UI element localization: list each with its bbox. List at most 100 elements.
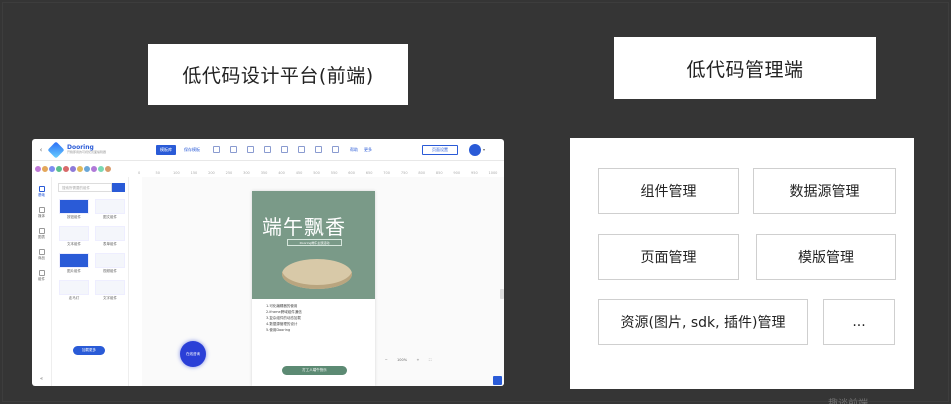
- ruler-tick-label: 400: [278, 171, 285, 175]
- link-icon[interactable]: [332, 146, 339, 153]
- sidebar-item-label: 图表: [38, 235, 45, 239]
- component-label: 图片组件: [67, 269, 81, 273]
- ruler-tick-label: 250: [226, 171, 233, 175]
- frontend-platform-title: 低代码设计平台(前端): [148, 44, 408, 105]
- sidebar-item-label: 商品: [38, 256, 45, 260]
- collapse-icon[interactable]: «: [40, 376, 43, 382]
- page-management-box: 页面管理: [598, 234, 739, 280]
- sidebar-item-goods[interactable]: 商品: [38, 249, 45, 261]
- ruler-tick-label: 450: [296, 171, 303, 175]
- template-library-button[interactable]: 模板库: [156, 144, 176, 155]
- ruler-tick-label: 300: [243, 171, 250, 175]
- goods-icon: [38, 249, 45, 255]
- sidebar-item-media[interactable]: 媒体: [38, 207, 45, 219]
- ruler-tick-label: 1000: [489, 171, 498, 175]
- fullscreen-icon[interactable]: ⛶: [429, 358, 431, 362]
- load-more-button[interactable]: 加载更多: [73, 346, 105, 355]
- ruler-tick-label: 950: [471, 171, 478, 175]
- list-item: 5.使用Dooring: [266, 328, 291, 332]
- logo-subtitle: 开箱即用的可视化页面编辑器: [67, 149, 107, 154]
- ruler-tick-label: 600: [348, 171, 355, 175]
- management-title: 低代码管理端: [614, 37, 876, 99]
- search-button[interactable]: [112, 183, 125, 192]
- sidebar-item-label: 媒体: [38, 214, 45, 218]
- sidebar-item-widgets[interactable]: 组件: [38, 270, 45, 282]
- component-management-box: 组件管理: [598, 168, 739, 214]
- component-card[interactable]: 文本组件: [58, 226, 90, 247]
- hero-subtitle: Dooring端午主题活动: [287, 239, 342, 246]
- vertical-ruler: [132, 177, 142, 386]
- preview-icon[interactable]: [281, 146, 288, 153]
- component-thumbnail: [95, 199, 125, 214]
- ruler-tick-label: 200: [208, 171, 215, 175]
- component-panel: 搜索所需要的组件 按钮组件 图文组件 文本组件 表单组件 图片组件 视频组件 走…: [53, 177, 129, 386]
- component-label: 表单组件: [103, 242, 117, 246]
- avatar[interactable]: [469, 144, 481, 156]
- ruler-tick-label: 650: [366, 171, 373, 175]
- feature-list: 1.可化编辑器的使用 2.iframe跨域组件通信 3.复杂组件的动态加载 4.…: [266, 303, 366, 333]
- more-menu[interactable]: 更多: [364, 147, 372, 153]
- search-input[interactable]: 搜索所需要的组件: [58, 183, 112, 192]
- component-label: 按钮组件: [67, 215, 81, 219]
- hero-banner: 端午飘香 Dooring端午主题活动: [252, 191, 375, 299]
- zoom-level: 100%: [397, 357, 408, 362]
- sidebar-item-chart[interactable]: 图表: [38, 228, 45, 240]
- component-card[interactable]: 视频组件: [94, 253, 126, 274]
- ruler-tick-label: 100: [173, 171, 180, 175]
- component-grid: 按钮组件 图文组件 文本组件 表单组件 图片组件 视频组件 走马灯 文字组件: [58, 199, 126, 307]
- chart-icon: [38, 228, 45, 234]
- corner-button[interactable]: [493, 376, 502, 385]
- component-label: 文本组件: [67, 242, 81, 246]
- component-label: 文字组件: [103, 296, 117, 300]
- ruler-tick-label: 750: [401, 171, 408, 175]
- component-card[interactable]: 走马灯: [58, 280, 90, 301]
- watermark: 趣谈前端: [828, 395, 868, 404]
- code-icon[interactable]: [298, 146, 305, 153]
- panel-toggle-handle[interactable]: [500, 289, 504, 299]
- chevron-down-icon[interactable]: ▾: [483, 147, 485, 152]
- datasource-management-box: 数据源管理: [753, 168, 896, 214]
- redo-icon[interactable]: [230, 146, 237, 153]
- component-thumbnail: [59, 199, 89, 214]
- component-thumbnail: [95, 226, 125, 241]
- component-card[interactable]: 按钮组件: [58, 199, 90, 220]
- floating-action-button[interactable]: 在线咨询: [180, 341, 206, 367]
- page-settings-button[interactable]: 页面设置: [422, 145, 458, 155]
- component-label: 图文组件: [103, 215, 117, 219]
- sidebar-item-label: 基础: [38, 193, 45, 197]
- template-management-box: 模版管理: [756, 234, 896, 280]
- copy-icon[interactable]: [264, 146, 271, 153]
- undo-icon[interactable]: [213, 146, 220, 153]
- basic-icon: [38, 186, 45, 192]
- component-card[interactable]: 图文组件: [94, 199, 126, 220]
- component-thumbnail: [95, 253, 125, 268]
- sidebar-item-label: 组件: [38, 277, 45, 281]
- component-card[interactable]: 表单组件: [94, 226, 126, 247]
- download-icon[interactable]: [247, 146, 254, 153]
- more-box: ...: [823, 299, 895, 345]
- editor-sidebar: 基础 媒体 图表 商品 组件 «: [32, 177, 52, 386]
- steamer-image: [282, 259, 352, 289]
- component-thumbnail: [59, 253, 89, 268]
- component-card[interactable]: 图片组件: [58, 253, 90, 274]
- editor-logo: Dooring 开箱即用的可视化页面编辑器: [47, 141, 156, 158]
- sidebar-item-basic[interactable]: 基础: [38, 186, 45, 198]
- zoom-control[interactable]: − 100% + ⛶: [380, 355, 436, 364]
- ruler-tick-label: 800: [418, 171, 425, 175]
- component-label: 视频组件: [103, 269, 117, 273]
- ruler-tick-label: 0: [138, 171, 140, 175]
- help-link[interactable]: 帮助: [350, 147, 358, 153]
- ruler-tick-label: 50: [156, 171, 160, 175]
- save-template-button[interactable]: 保存模板: [180, 145, 204, 155]
- component-card[interactable]: 文字组件: [94, 280, 126, 301]
- component-thumbnail: [95, 280, 125, 295]
- delete-icon[interactable]: [315, 146, 322, 153]
- cta-button[interactable]: 打工人端午快乐: [282, 366, 347, 375]
- horizontal-ruler: 0 50 100 150 200 250 300 350 400 450 500 550 600 650 7…: [138, 171, 498, 175]
- component-thumbnail: [59, 226, 89, 241]
- zoom-out-icon[interactable]: −: [385, 358, 388, 362]
- zoom-in-icon[interactable]: +: [416, 358, 419, 362]
- phone-preview: 端午飘香 Dooring端午主题活动 1.可化编辑器的使用 2.iframe跨域…: [252, 191, 375, 386]
- component-label: 走马灯: [68, 296, 80, 300]
- editor-screenshot: ‹ Dooring 开箱即用的可视化页面编辑器 模板库 保存模板 帮助 更多 页…: [32, 139, 504, 386]
